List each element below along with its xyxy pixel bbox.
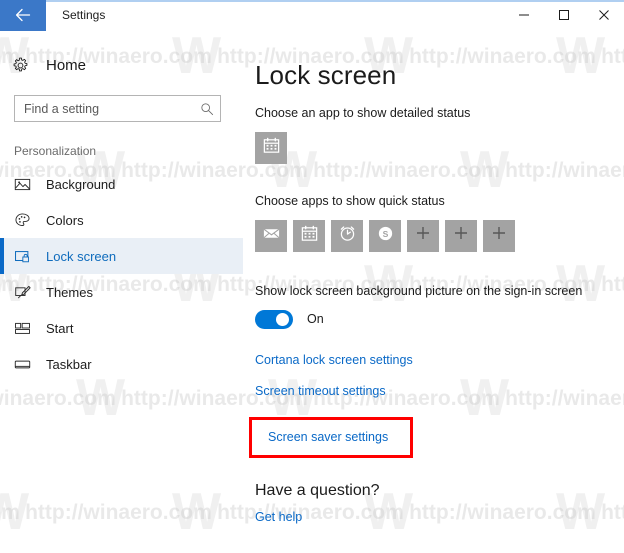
sidebar-item-label: Taskbar <box>46 356 92 372</box>
window-title: Settings <box>62 8 106 22</box>
minimize-button[interactable] <box>504 0 544 31</box>
sidebar-item-colors[interactable]: Colors <box>0 202 243 238</box>
sidebar-item-background[interactable]: Background <box>0 166 243 202</box>
sidebar-item-label: Themes <box>46 284 93 300</box>
sidebar-item-label: Start <box>46 320 74 336</box>
screen-timeout-settings-row: Screen timeout settings <box>255 382 624 400</box>
search-container <box>0 81 243 122</box>
quick-status-tile-alarm[interactable] <box>331 219 363 252</box>
start-layout-icon <box>14 320 40 337</box>
have-a-question-heading: Have a question? <box>255 481 380 499</box>
signin-background-toggle[interactable] <box>255 309 293 329</box>
screen-saver-settings-highlight: Screen saver settings <box>249 416 414 458</box>
picture-icon <box>14 176 40 193</box>
quick-status-tile-add-1[interactable] <box>407 219 439 252</box>
sidebar-nav: Background Colors Lock screen Themes Sta… <box>0 166 243 382</box>
close-button[interactable] <box>584 0 624 31</box>
screen-saver-settings-link[interactable]: Screen saver settings <box>268 430 388 444</box>
calendar-icon <box>262 136 281 160</box>
quick-status-tile-calendar[interactable] <box>293 219 325 252</box>
quick-status-tiles: S <box>255 219 624 252</box>
cortana-lock-screen-settings-link[interactable]: Cortana lock screen settings <box>255 353 413 367</box>
page-title: Lock screen <box>255 60 397 90</box>
cortana-settings-row: Cortana lock screen settings <box>255 351 624 369</box>
window-body: Home Personalization <box>0 31 624 553</box>
signin-toggle-label: Show lock screen background picture on t… <box>255 283 583 298</box>
sidebar-item-label: Background <box>46 176 116 192</box>
skype-icon: S <box>376 224 395 248</box>
search-input[interactable] <box>15 96 220 121</box>
detailed-status-tile[interactable] <box>255 131 287 164</box>
sidebar-home-label: Home <box>46 56 87 74</box>
sidebar: Home Personalization <box>0 31 243 553</box>
palette-icon <box>14 212 40 229</box>
sidebar-section-title: Personalization <box>14 144 97 158</box>
sidebar-item-label: Lock screen <box>46 248 117 264</box>
sidebar-item-taskbar[interactable]: Taskbar <box>0 346 243 382</box>
lock-screen-icon <box>14 248 40 265</box>
sidebar-item-label: Colors <box>46 212 84 228</box>
quick-status-tile-mail[interactable] <box>255 219 287 252</box>
title-bar: Settings <box>0 0 624 31</box>
plus-icon <box>453 225 469 246</box>
themes-brush-icon <box>14 284 40 301</box>
taskbar-icon <box>14 356 40 373</box>
toggle-knob <box>276 312 289 326</box>
plus-icon <box>491 225 507 246</box>
sidebar-item-start[interactable]: Start <box>0 310 243 346</box>
signin-toggle-row: On <box>255 309 624 329</box>
sidebar-item-home[interactable]: Home <box>0 49 243 81</box>
gear-icon <box>12 57 40 74</box>
quick-status-tile-skype[interactable]: S <box>369 219 401 252</box>
screen-timeout-settings-link[interactable]: Screen timeout settings <box>255 384 386 398</box>
get-help-link[interactable]: Get help <box>255 510 302 524</box>
detailed-status-label: Choose an app to show detailed status <box>255 105 471 120</box>
window-controls <box>504 0 624 31</box>
calendar-icon <box>300 224 319 248</box>
quick-status-tile-add-3[interactable] <box>483 219 515 252</box>
titlebar-accent-line <box>46 0 624 2</box>
plus-icon <box>415 225 431 246</box>
settings-window: Settings Home Find a setting Personaliza… <box>0 0 624 553</box>
main-content: Lock screen Choose an app to show detail… <box>243 31 624 553</box>
signin-toggle-state: On <box>307 312 324 327</box>
search-box[interactable] <box>14 95 221 122</box>
back-button[interactable] <box>0 0 46 31</box>
mail-icon <box>262 224 281 248</box>
sidebar-item-themes[interactable]: Themes <box>0 274 243 310</box>
quick-status-tile-add-2[interactable] <box>445 219 477 252</box>
search-icon[interactable] <box>200 96 214 121</box>
quick-status-label: Choose apps to show quick status <box>255 193 445 208</box>
alarm-clock-icon <box>338 224 357 248</box>
svg-text:S: S <box>382 229 388 239</box>
sidebar-item-lock-screen[interactable]: Lock screen <box>0 238 243 274</box>
maximize-button[interactable] <box>544 0 584 31</box>
